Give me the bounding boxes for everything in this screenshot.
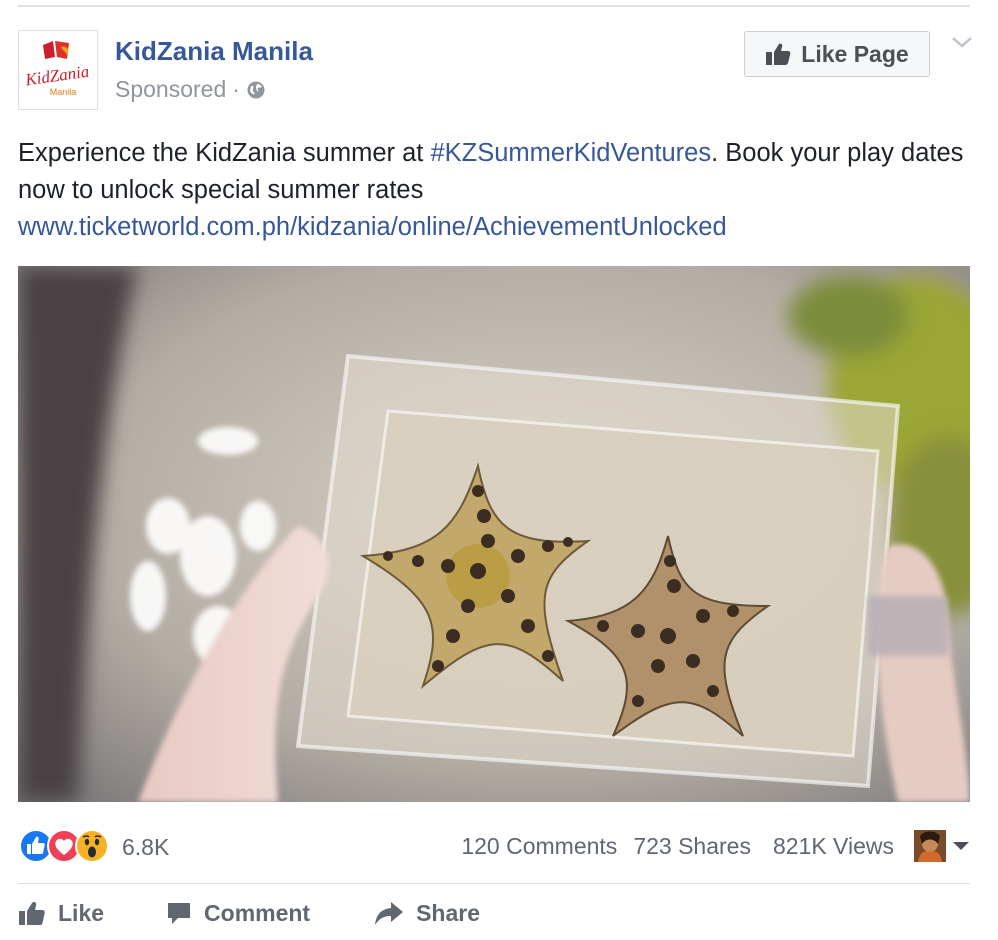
sponsored-label[interactable]: Sponsored — [115, 76, 226, 103]
viewer-avatar-selector[interactable] — [914, 830, 970, 862]
post-video[interactable] — [18, 266, 970, 802]
post-stats: 6.8K 120 Comments 723 Shares 821K Views — [18, 826, 970, 866]
wow-reaction-icon — [75, 829, 109, 863]
shares-count-link[interactable]: 723 Shares — [633, 833, 751, 860]
page-avatar[interactable]: KidZania Manila — [18, 30, 98, 110]
like-label: Like — [58, 899, 105, 926]
thumbs-up-icon — [19, 902, 45, 925]
reaction-count[interactable]: 6.8K — [122, 834, 169, 861]
like-page-label: Like Page — [801, 40, 909, 67]
comment-label: Comment — [204, 899, 311, 926]
logo-wordmark: KidZania — [23, 62, 90, 90]
post-top-divider — [18, 5, 970, 7]
share-button[interactable]: Share — [374, 900, 480, 927]
action-bar-divider — [18, 883, 970, 884]
sponsored-line: Sponsored · — [115, 76, 266, 103]
views-count: 821K Views — [772, 832, 894, 859]
caret-down-icon — [953, 842, 969, 850]
share-icon — [375, 902, 404, 925]
comments-count-link[interactable]: 120 Comments — [461, 833, 617, 860]
action-bar: Like Comment Share — [18, 895, 544, 931]
engagement-stats: 120 Comments 723 Shares 821K Views — [461, 826, 970, 866]
post-text-part1: Experience the KidZania summer at — [18, 139, 431, 167]
logo-subtext: Manila — [50, 87, 77, 97]
ticket-link[interactable]: www.ticketworld.com.ph/kidzania/online/A… — [18, 213, 727, 241]
comment-icon — [168, 903, 191, 924]
user-avatar — [914, 830, 946, 862]
meta-dot: · — [232, 76, 240, 102]
like-page-button[interactable]: Like Page — [744, 31, 930, 77]
starfish-video-frame — [18, 266, 970, 802]
share-label: Share — [416, 899, 481, 926]
chevron-down-icon[interactable] — [950, 34, 974, 50]
post-message: Experience the KidZania summer at #KZSum… — [18, 135, 968, 246]
globe-icon — [247, 81, 265, 98]
page-name-link[interactable]: KidZania Manila — [115, 36, 313, 67]
like-button[interactable]: Like — [18, 900, 104, 927]
kidzania-logo: KidZania Manila — [23, 41, 90, 97]
hashtag-link[interactable]: #KZSummerKidVentures — [430, 139, 711, 167]
comment-button[interactable]: Comment — [166, 900, 310, 927]
thumbs-up-icon — [766, 43, 791, 65]
reaction-summary[interactable] — [18, 828, 110, 864]
